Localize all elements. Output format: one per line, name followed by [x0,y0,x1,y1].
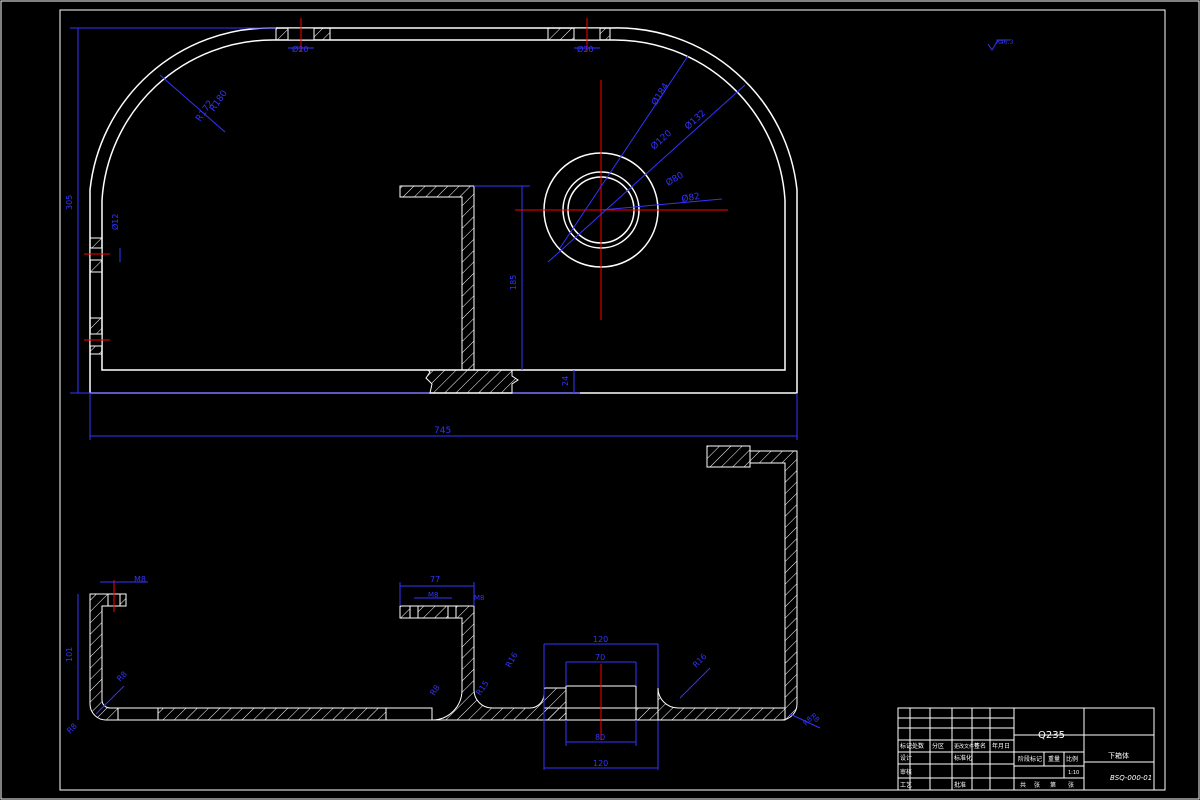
dim-left-thread: M8 [134,575,146,584]
dim-side-hole: Ø12 [110,214,120,230]
top-view: Ø20 Ø20 R180 R172 305 Ø12 185 24 Ø184 Ø1… [65,18,798,440]
title-block-text: Q235 下箱体 BSQ-000-01 标记 处数 分区 更改文件号 签名 年月… [900,730,1152,789]
dim-boss-top: 120 [593,635,608,644]
dim-boss-bore: 70 [595,653,605,662]
section-middle-bracket [399,605,567,721]
part-name: 下箱体 [1108,751,1129,760]
dim-inner-height: 185 [509,275,518,290]
dim-base-thickness: 24 [561,376,570,386]
inner-bracket [399,185,475,371]
top-left-hole: Ø20 [275,18,331,54]
section-right-wall [749,450,798,721]
tb-cell-stage: 阶段标记 [1018,755,1042,763]
tb-cell-weight: 重量 [1048,755,1060,763]
dim-circle-2: Ø132 [683,108,708,132]
cad-drawing-sheet: Ra6.3 Ø20 Ø20 R180 R172 305 Ø12 185 24 Ø… [0,0,1200,800]
tb-cell-sheet-label: 张 [1034,781,1040,789]
top-view-inner-outline [101,39,786,371]
outer-border [0,0,1200,800]
roughness-label: Ra6.3 [996,39,1013,46]
dim-width: 745 [434,426,451,436]
tb-cell-process: 工艺 [900,781,912,789]
tb-cell-review: 审核 [900,768,912,776]
section-base-strip-3 [385,707,433,721]
dim-circle-3: Ø120 [649,128,675,153]
dim-r-d: R16 [691,652,709,670]
dim-left-radius: R8 [115,670,129,684]
section-right-fillet [657,687,786,721]
side-hole-lower [84,317,110,355]
dim-top-width: 77 [430,575,440,584]
section-left-wall [89,593,127,721]
tb-cell-approve: 批准 [954,781,966,789]
tb-cell-standard: 标准化 [954,754,972,762]
dim-left-height: 101 [65,647,74,662]
dim-r-c: R8 [428,683,441,697]
dim-top-left-hole: Ø20 [292,44,308,54]
tb-cell-design: 设计 [900,754,912,762]
dim-circle-4: Ø80 [664,170,686,189]
dim-top-right-hole: Ø20 [577,44,593,54]
dim-r-a: R16 [504,651,520,669]
dim-boss-bottom: 80 [595,733,605,742]
section-right-flange [706,445,751,468]
section-base-strip-2 [157,707,387,721]
tb-cell-sheet-total: 共 [1020,781,1026,789]
dim-mid-thread: M8 [428,591,439,599]
tb-cell-zone: 分区 [932,742,944,750]
section-base-strip-1 [117,707,159,721]
circular-port: Ø184 Ø132 Ø120 Ø80 Ø82 [515,55,746,320]
dim-r-b: R15 [474,679,490,697]
top-right-hole: Ø20 [547,18,611,54]
tb-cell-count: 处数 [912,742,924,750]
tb-cell-scale-value: 1:10 [1068,770,1079,776]
tb-cell-mark: 标记 [900,742,912,750]
dim-circle-5: Ø82 [681,191,701,205]
tb-cell-sheet-label-2: 张 [1068,781,1074,789]
base-boss [425,369,519,394]
drawing-number: BSQ-000-01 [1110,774,1152,782]
inner-border [59,9,1166,791]
tb-cell-sign: 签名 [974,742,986,750]
dim-height: 305 [65,195,74,210]
material-label: Q235 [1038,730,1065,741]
tb-cell-sheet-this: 第 [1050,781,1056,789]
dim-left-chamfer: R8 [65,722,79,736]
dim-mid-thread-2: M8 [474,594,485,602]
section-view: M8 101 R8 R8 77 M8 M8 R16 R15 R8 120 70 … [65,445,821,770]
tb-cell-scale: 比例 [1066,755,1078,763]
dim-boss-base: 120 [593,759,608,768]
tb-cell-date: 年月日 [992,742,1010,750]
roughness-symbol: Ra6.3 [987,39,1013,51]
